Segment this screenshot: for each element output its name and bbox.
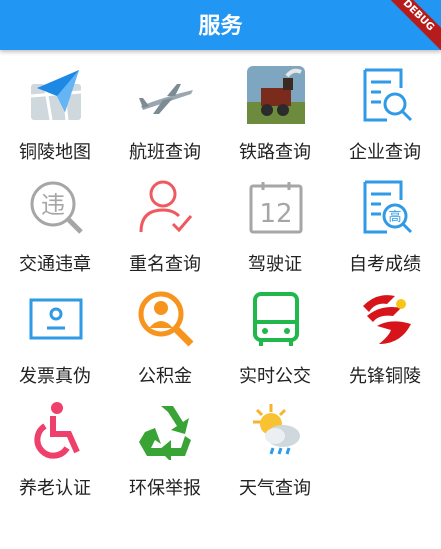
- service-tile-bus[interactable]: 实时公交: [220, 276, 330, 388]
- service-label: 先锋铜陵: [349, 366, 421, 387]
- party-emblem-icon: [357, 290, 415, 348]
- service-tile-invoice[interactable]: 发票真伪: [0, 276, 110, 388]
- invoice-verify-icon: [27, 290, 85, 348]
- service-tile-map[interactable]: 铜陵地图: [0, 52, 110, 164]
- svg-text:12: 12: [259, 199, 292, 229]
- service-label: 铜陵地图: [19, 142, 91, 163]
- service-label: 航班查询: [129, 142, 201, 163]
- service-label: 养老认证: [19, 478, 91, 499]
- steam-train-icon: [247, 66, 305, 124]
- service-label: 实时公交: [239, 366, 311, 387]
- service-tile-flight[interactable]: 航班查询: [110, 52, 220, 164]
- service-tile-license[interactable]: 12 驾驶证: [220, 164, 330, 276]
- housing-fund-icon: [137, 290, 195, 348]
- enterprise-search-icon: [357, 66, 415, 124]
- svg-text:违: 违: [41, 191, 65, 219]
- service-label: 交通违章: [19, 254, 91, 275]
- service-tile-pension[interactable]: 养老认证: [0, 388, 110, 500]
- service-label: 铁路查询: [239, 142, 311, 163]
- weather-icon: [247, 402, 305, 460]
- duplicate-name-check-icon: [137, 178, 195, 236]
- service-label: 天气查询: [239, 478, 311, 499]
- airplane-icon: [137, 66, 195, 124]
- bus-icon: [247, 290, 305, 348]
- wheelchair-icon: [27, 402, 85, 460]
- service-label: 重名查询: [129, 254, 201, 275]
- page-title: 服务: [198, 14, 243, 39]
- service-label: 驾驶证: [248, 254, 302, 275]
- service-label: 企业查询: [349, 142, 421, 163]
- recycle-icon: [137, 402, 195, 460]
- service-tile-environment[interactable]: 环保举报: [110, 388, 220, 500]
- service-tile-weather[interactable]: 天气查询: [220, 388, 330, 500]
- svg-text:高: 高: [388, 209, 401, 225]
- exam-score-search-icon: 高: [357, 178, 415, 236]
- service-tile-railway[interactable]: 铁路查询: [220, 52, 330, 164]
- service-tile-fund[interactable]: 公积金: [110, 276, 220, 388]
- service-label: 环保举报: [129, 478, 201, 499]
- service-tile-exam[interactable]: 高 自考成绩: [330, 164, 440, 276]
- service-tile-enterprise[interactable]: 企业查询: [330, 52, 440, 164]
- map-navigation-icon: [27, 66, 85, 124]
- traffic-violation-icon: 违: [27, 178, 85, 236]
- service-tile-name-check[interactable]: 重名查询: [110, 164, 220, 276]
- service-tile-traffic[interactable]: 违 交通违章: [0, 164, 110, 276]
- driver-license-icon: 12: [247, 178, 305, 236]
- service-label: 自考成绩: [349, 254, 421, 275]
- app-bar: 服务 DEBUG: [0, 0, 441, 54]
- service-tile-pioneer[interactable]: 先锋铜陵: [330, 276, 440, 388]
- service-label: 发票真伪: [19, 366, 91, 387]
- service-label: 公积金: [138, 366, 192, 387]
